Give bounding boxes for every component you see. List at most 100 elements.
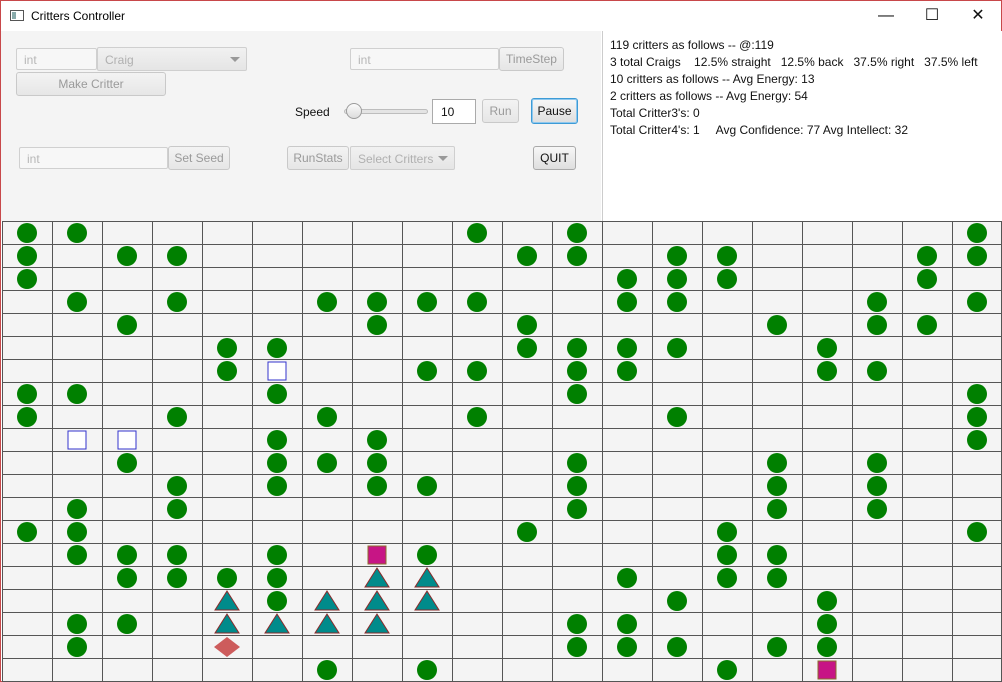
algae-circle [17,246,37,266]
algae-circle [567,637,587,657]
algae-circle [867,499,887,519]
algae-circle [17,269,37,289]
algae-circle [267,453,287,473]
algae-circle [317,407,337,427]
critter-square-filled [817,660,837,680]
algae-circle [267,476,287,496]
maximize-icon[interactable]: ☐ [909,1,955,31]
world-canvas[interactable] [2,221,1002,682]
critter-type-value: Craig [105,53,134,67]
critter-triangle [264,613,290,634]
algae-circle [567,338,587,358]
window-title: Critters Controller [31,9,126,23]
critter-diamond [214,637,240,657]
algae-circle [517,315,537,335]
algae-circle [667,246,687,266]
algae-circle [17,522,37,542]
algae-circle [117,568,137,588]
algae-circle [617,292,637,312]
algae-circle [167,246,187,266]
algae-circle [467,292,487,312]
speed-input[interactable]: 10 [432,99,476,124]
algae-circle [967,407,987,427]
timestep-button[interactable]: TimeStep [499,47,564,71]
algae-circle [267,591,287,611]
algae-circle [67,614,87,634]
control-panel: int Craig Make Critter int TimeStep Spee… [1,31,601,221]
algae-circle [867,476,887,496]
world-grid[interactable] [2,221,1002,682]
algae-circle [767,637,787,657]
algae-circle [717,660,737,680]
algae-circle [617,568,637,588]
algae-circle [867,292,887,312]
algae-circle [317,292,337,312]
critter-triangle [414,590,440,611]
timestep-input[interactable]: int [350,48,499,70]
algae-circle [167,568,187,588]
critters-window: Critters Controller — ☐ ✕ int Craig Make… [0,0,1002,682]
algae-circle [167,476,187,496]
algae-circle [817,614,837,634]
algae-circle [617,614,637,634]
algae-circle [67,545,87,565]
algae-circle [467,407,487,427]
algae-circle [967,430,987,450]
runstats-button[interactable]: RunStats [287,146,349,170]
critter-square-outline [267,361,287,381]
algae-circle [667,407,687,427]
minimize-icon[interactable]: — [863,1,909,31]
algae-circle [417,476,437,496]
algae-circle [117,246,137,266]
algae-circle [267,384,287,404]
algae-circle [817,361,837,381]
algae-circle [767,315,787,335]
algae-circle [567,476,587,496]
algae-circle [667,338,687,358]
algae-circle [767,568,787,588]
pause-button[interactable]: Pause [531,98,578,124]
algae-circle [267,430,287,450]
make-critter-button[interactable]: Make Critter [16,72,166,96]
stats-line-craigs: 3 total Craigs 12.5% straight 12.5% back… [610,55,978,69]
critter-triangle [364,567,390,588]
stats-line-group2: 2 critters as follows -- Avg Energy: 54 [610,89,808,103]
run-button[interactable]: Run [482,99,519,123]
title-bar: Critters Controller — ☐ ✕ [1,1,1001,31]
algae-circle [717,568,737,588]
algae-circle [617,637,637,657]
algae-circle [417,292,437,312]
critter-type-select[interactable]: Craig [97,47,247,71]
select-critters-label: Select Critters [358,152,434,166]
algae-circle [517,522,537,542]
quit-button[interactable]: QUIT [533,146,576,170]
algae-circle [67,522,87,542]
critter-triangle [364,613,390,634]
algae-circle [567,614,587,634]
set-seed-button[interactable]: Set Seed [168,146,230,170]
critter-square-outline [117,430,137,450]
select-critters-dropdown[interactable]: Select Critters [350,146,455,170]
stats-line-group1: 10 critters as follows -- Avg Energy: 13 [610,72,815,86]
algae-circle [167,292,187,312]
speed-label: Speed [295,105,330,119]
algae-circle [967,223,987,243]
algae-circle [167,545,187,565]
algae-circle [467,223,487,243]
close-icon[interactable]: ✕ [955,1,1001,31]
speed-slider-thumb[interactable] [345,103,362,119]
algae-circle [667,269,687,289]
stats-line-total: 119 critters as follows -- @:119 [610,38,774,52]
algae-circle [767,545,787,565]
algae-circle [317,660,337,680]
algae-circle [267,568,287,588]
algae-circle [67,223,87,243]
chevron-down-icon [438,156,448,161]
algae-circle [567,246,587,266]
algae-circle [767,476,787,496]
algae-circle [567,384,587,404]
algae-circle [417,361,437,381]
seed-input[interactable]: int [19,147,168,169]
stats-line-critter3: Total Critter3's: 0 [610,106,700,120]
make-count-input[interactable]: int [16,48,97,70]
